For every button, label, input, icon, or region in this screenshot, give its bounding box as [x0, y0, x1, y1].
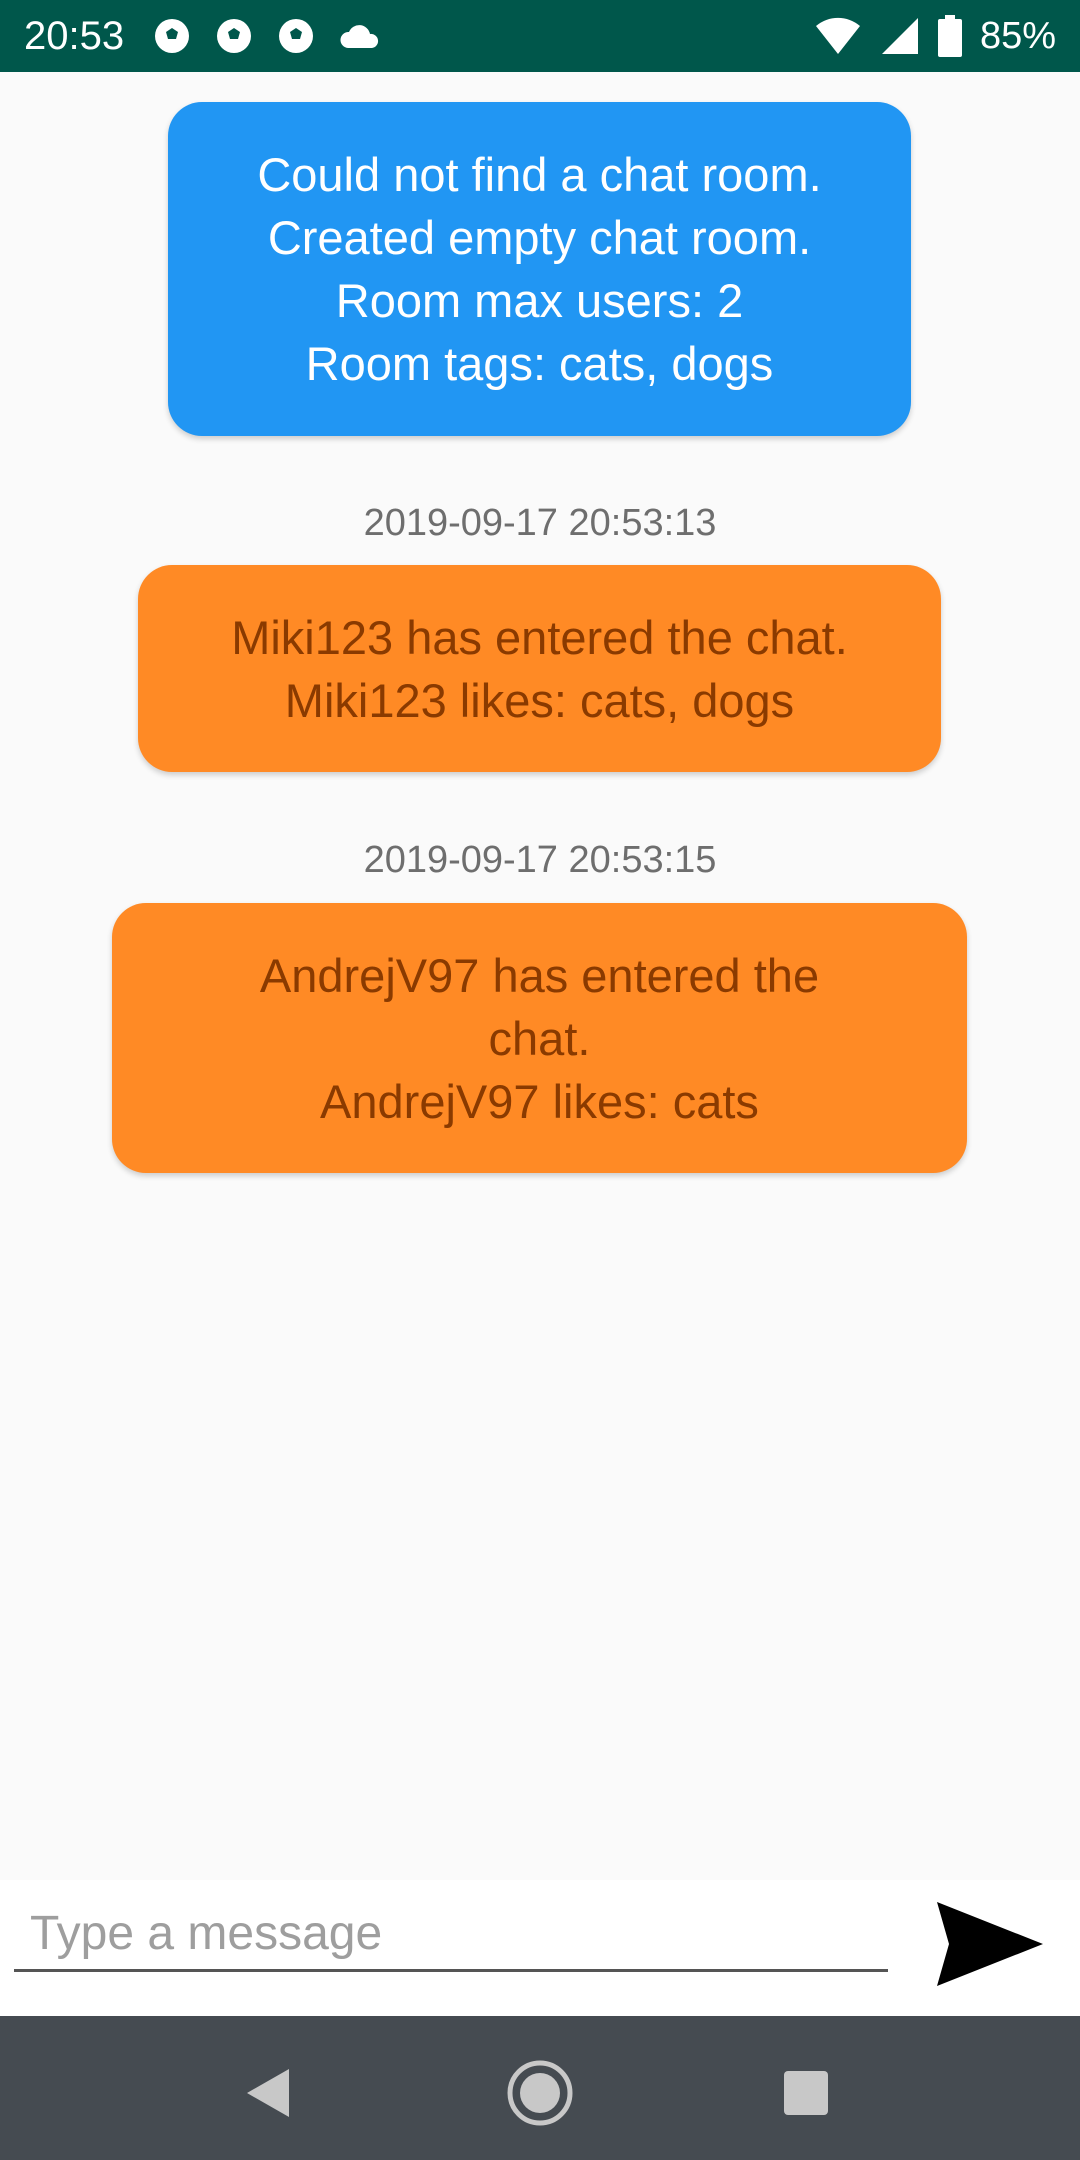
soccer-ball-icon [214, 16, 254, 56]
recents-button[interactable] [766, 2058, 846, 2128]
battery-icon [937, 15, 962, 57]
message-timestamp: 2019-09-17 20:53:13 [363, 502, 717, 544]
navigation-bar [0, 2016, 1080, 2160]
message-text: Miki123 has entered the chat. Miki123 li… [231, 610, 848, 727]
message-input[interactable] [14, 1898, 888, 1972]
wifi-icon [814, 16, 862, 56]
home-icon [507, 2060, 573, 2126]
chat-message-list[interactable]: Could not find a chat room. Created empt… [0, 72, 1080, 1880]
join-message-bubble: Miki123 has entered the chat. Miki123 li… [138, 565, 941, 772]
cloud-icon [338, 20, 382, 52]
battery-percent: 85% [979, 14, 1056, 57]
signal-icon [880, 16, 920, 56]
back-icon [247, 2069, 289, 2117]
status-time: 20:53 [24, 13, 125, 58]
status-bar: 20:53 85% [0, 0, 1080, 72]
soccer-ball-icon [152, 16, 192, 56]
message-timestamp: 2019-09-17 20:53:15 [363, 839, 717, 881]
send-icon [937, 1902, 1043, 1986]
message-text: AndrejV97 has entered the chat. AndrejV9… [259, 948, 820, 1128]
system-icons: 85% [814, 15, 1056, 58]
recents-icon [784, 2071, 828, 2115]
notification-icons [152, 16, 382, 56]
system-message-bubble: Could not find a chat room. Created empt… [168, 102, 911, 436]
message-text: Could not find a chat room. Created empt… [257, 148, 822, 390]
home-button[interactable] [500, 2058, 580, 2128]
soccer-ball-icon [276, 16, 316, 56]
send-button[interactable] [930, 1894, 1050, 1994]
join-message-bubble: AndrejV97 has entered the chat. AndrejV9… [112, 903, 967, 1173]
message-input-bar [0, 1880, 1080, 2016]
back-button[interactable] [228, 2058, 308, 2128]
